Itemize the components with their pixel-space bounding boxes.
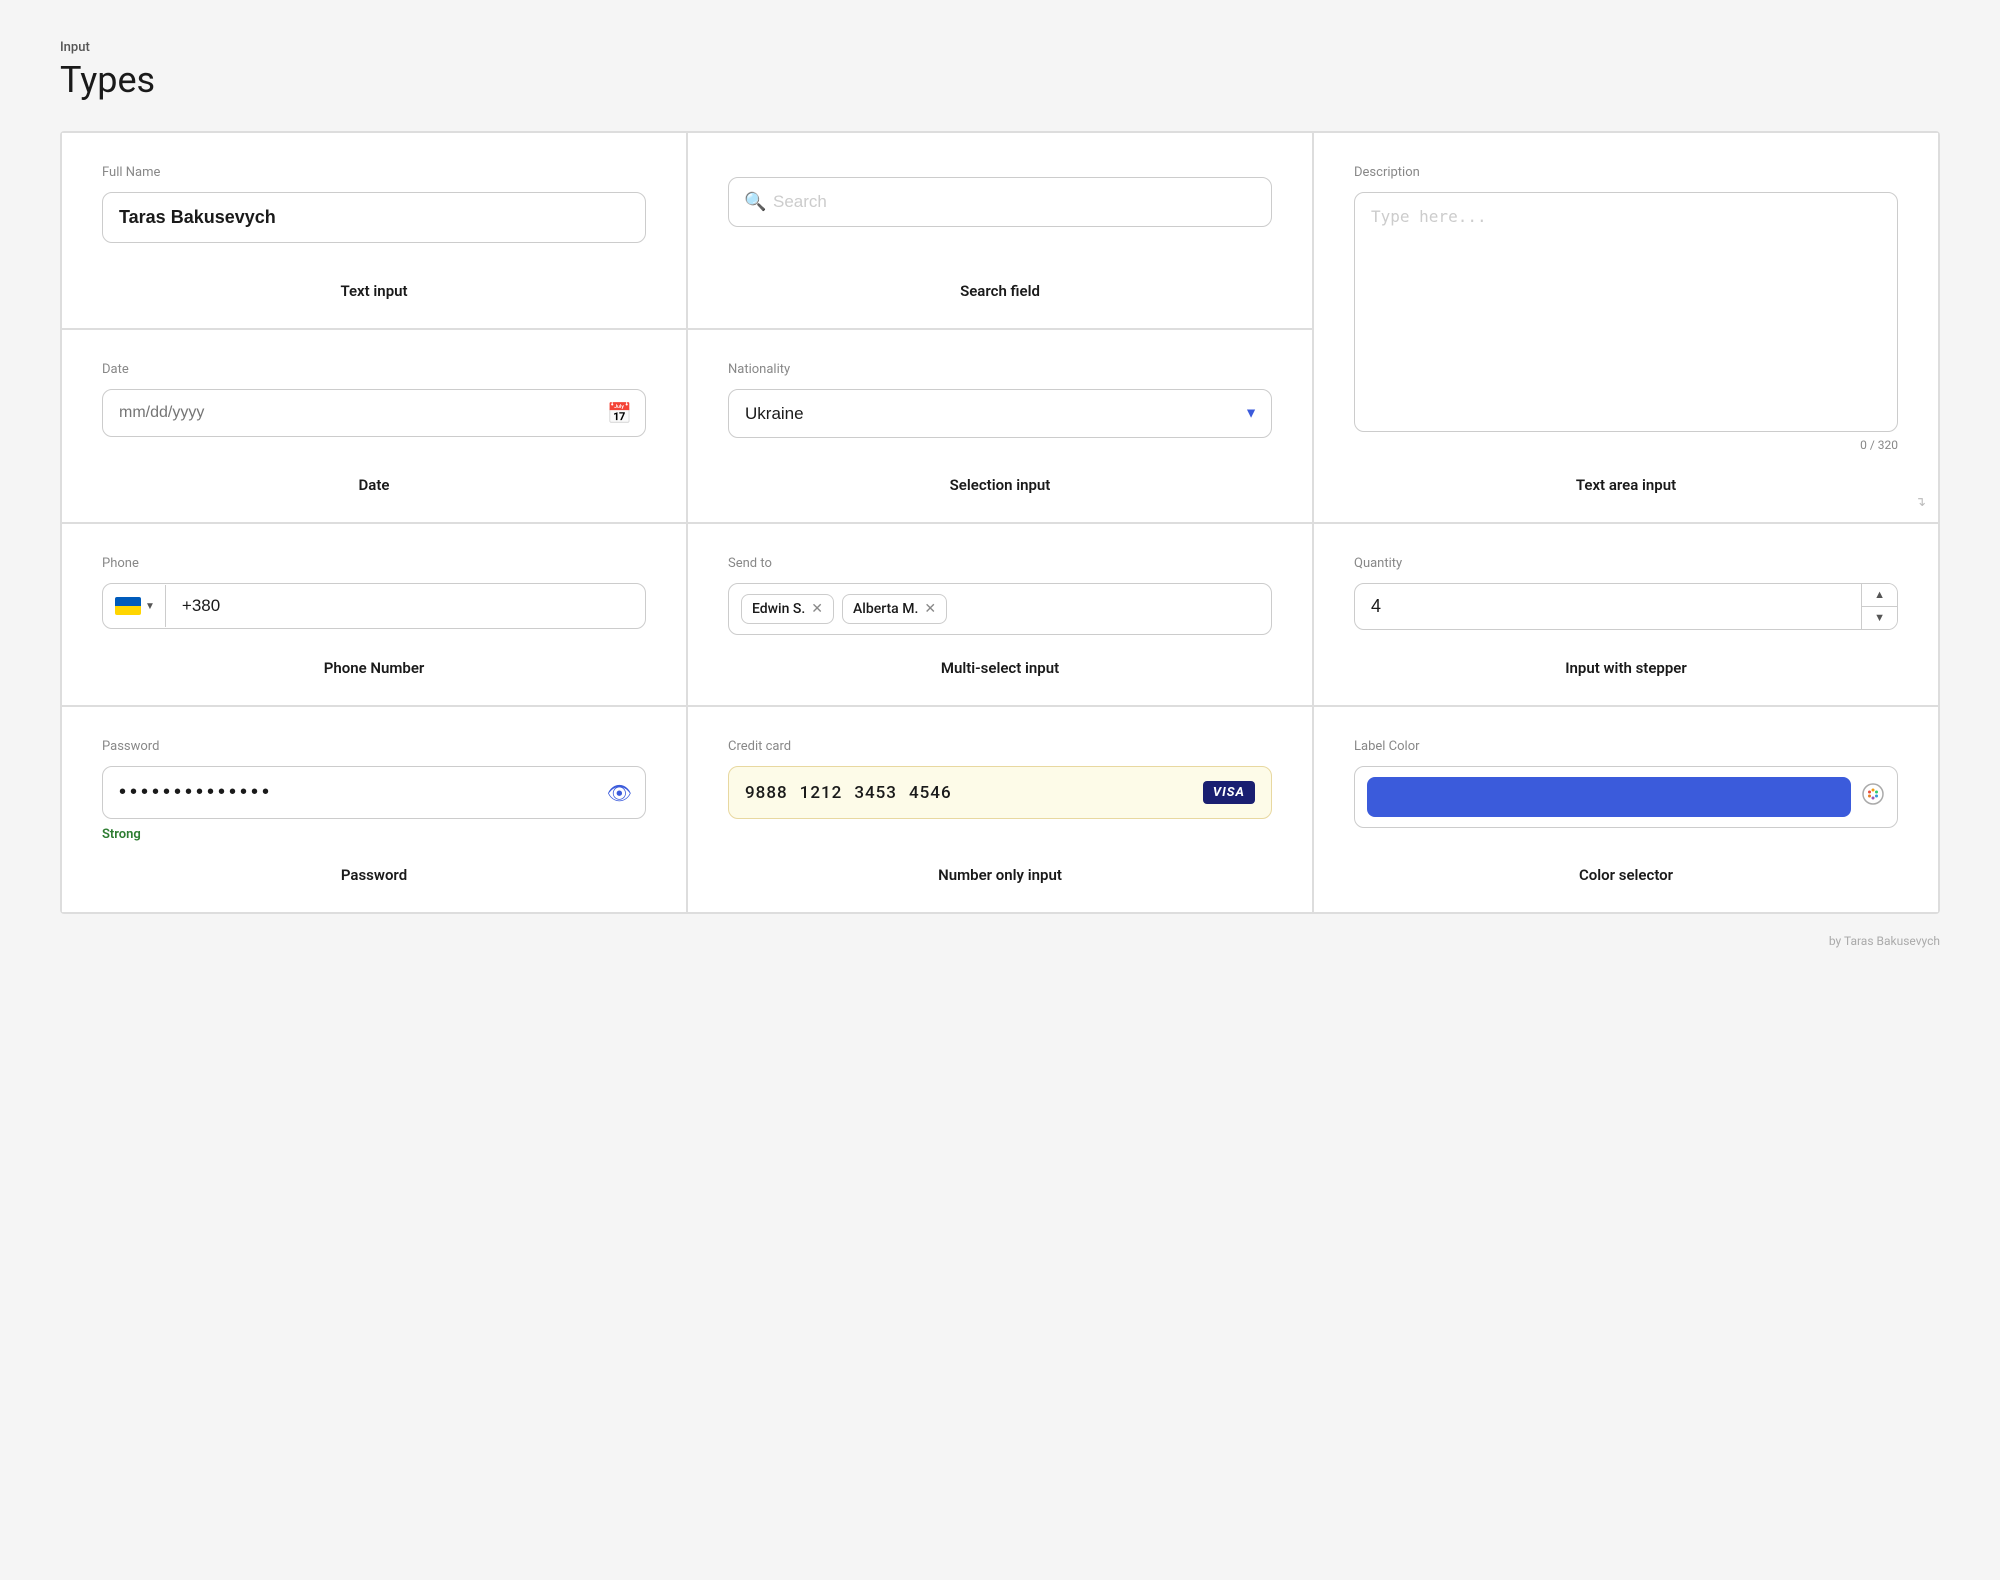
multi-select-cell: Send to Edwin S. ✕ Alberta M. ✕ Multi-se… bbox=[687, 523, 1313, 706]
section-label: Input bbox=[60, 40, 1940, 55]
tag-remove-alberta[interactable]: ✕ bbox=[924, 601, 936, 617]
password-caption: Password bbox=[102, 842, 646, 884]
password-label: Password bbox=[102, 739, 159, 754]
search-icon: 🔍 bbox=[744, 192, 766, 213]
text-input-label: Full Name bbox=[102, 165, 160, 180]
calendar-icon[interactable]: 📅 bbox=[607, 401, 632, 425]
phone-label: Phone bbox=[102, 556, 139, 571]
stepper-down-button[interactable]: ▼ bbox=[1862, 607, 1897, 629]
card-group-3: 3453 bbox=[854, 783, 897, 803]
nationality-select[interactable]: Ukraine USA UK Germany France bbox=[728, 389, 1272, 438]
search-field-cell: 🔍 Search field bbox=[687, 132, 1313, 329]
tag-chip-alberta: Alberta M. ✕ bbox=[842, 594, 947, 624]
search-input[interactable] bbox=[728, 177, 1272, 227]
page-title: Types bbox=[60, 59, 1940, 101]
quantity-label: Quantity bbox=[1354, 556, 1402, 571]
text-input-caption: Text input bbox=[102, 258, 646, 300]
input-types-grid: Full Name Text input 🔍 Search field Desc… bbox=[60, 131, 1940, 914]
chevron-down-icon: ▼ bbox=[145, 601, 155, 612]
search-caption: Search field bbox=[728, 258, 1272, 300]
color-selector-wrapper bbox=[1354, 766, 1898, 828]
nationality-label: Nationality bbox=[728, 362, 790, 377]
ukraine-flag-icon bbox=[115, 597, 141, 615]
date-label: Date bbox=[102, 362, 129, 377]
color-label: Label Color bbox=[1354, 739, 1420, 754]
footer: by Taras Bakusevych bbox=[60, 934, 1940, 948]
description-label: Description bbox=[1354, 165, 1420, 180]
tag-label: Alberta M. bbox=[853, 601, 918, 617]
text-input-cell: Full Name Text input bbox=[61, 132, 687, 329]
password-cell: Password 👁 Strong Password bbox=[61, 706, 687, 913]
credit-card-field[interactable]: 9888 1212 3453 4546 VISA bbox=[728, 766, 1272, 819]
select-wrapper: Ukraine USA UK Germany France ▼ bbox=[728, 389, 1272, 438]
stepper-cell: Quantity ▲ ▼ Input with stepper bbox=[1313, 523, 1939, 706]
phone-number-input[interactable] bbox=[166, 584, 645, 628]
stepper-caption: Input with stepper bbox=[1354, 635, 1898, 677]
card-group-4: 4546 bbox=[909, 783, 952, 803]
phone-cell: Phone ▼ Phone Number bbox=[61, 523, 687, 706]
tag-remove-edwin[interactable]: ✕ bbox=[811, 601, 823, 617]
description-textarea[interactable] bbox=[1354, 192, 1898, 432]
eye-icon[interactable]: 👁 bbox=[607, 781, 632, 805]
card-group-1: 9888 bbox=[745, 783, 788, 803]
tag-label: Edwin S. bbox=[752, 601, 805, 617]
date-input[interactable] bbox=[102, 389, 646, 437]
phone-caption: Phone Number bbox=[102, 635, 646, 677]
credit-card-caption: Number only input bbox=[728, 842, 1272, 884]
phone-flag-section[interactable]: ▼ bbox=[103, 585, 166, 627]
card-group-2: 1212 bbox=[800, 783, 843, 803]
color-selector-caption: Color selector bbox=[1354, 842, 1898, 884]
multi-select-field[interactable]: Edwin S. ✕ Alberta M. ✕ bbox=[728, 583, 1272, 635]
tag-chip-edwin: Edwin S. ✕ bbox=[741, 594, 834, 624]
footer-text: by Taras Bakusevych bbox=[1829, 934, 1940, 948]
nationality-cell: Nationality Ukraine USA UK Germany Franc… bbox=[687, 329, 1313, 524]
stepper-buttons: ▲ ▼ bbox=[1861, 584, 1897, 629]
date-input-wrapper: 📅 bbox=[102, 389, 646, 437]
date-cell: Date 📅 Date bbox=[61, 329, 687, 524]
multi-select-caption: Multi-select input bbox=[728, 635, 1272, 677]
credit-card-cell: Credit card 9888 1212 3453 4546 VISA Num… bbox=[687, 706, 1313, 913]
visa-badge: VISA bbox=[1203, 781, 1255, 804]
quantity-input[interactable] bbox=[1355, 584, 1861, 629]
send-to-label: Send to bbox=[728, 556, 772, 571]
char-count: 0 / 320 bbox=[1860, 438, 1898, 452]
card-numbers: 9888 1212 3453 4546 bbox=[745, 783, 952, 803]
description-caption: Text area input bbox=[1354, 452, 1898, 494]
stepper-wrapper: ▲ ▼ bbox=[1354, 583, 1898, 630]
date-caption: Date bbox=[102, 452, 646, 494]
credit-card-label: Credit card bbox=[728, 739, 791, 754]
resize-handle: ↴ bbox=[1915, 495, 1926, 510]
description-cell: Description ↴ 0 / 320 Text area input bbox=[1313, 132, 1939, 523]
password-strength: Strong bbox=[102, 827, 141, 842]
page-header: Input Types bbox=[60, 40, 1940, 101]
password-input[interactable] bbox=[102, 766, 646, 819]
nationality-caption: Selection input bbox=[728, 452, 1272, 494]
color-selector-cell: Label Color Color selector bbox=[1313, 706, 1939, 913]
palette-icon[interactable] bbox=[1861, 782, 1885, 812]
password-wrapper: 👁 bbox=[102, 766, 646, 819]
stepper-up-button[interactable]: ▲ bbox=[1862, 584, 1897, 607]
phone-field-wrapper: ▼ bbox=[102, 583, 646, 629]
color-swatch[interactable] bbox=[1367, 777, 1851, 817]
search-wrapper: 🔍 bbox=[728, 177, 1272, 227]
text-input[interactable] bbox=[102, 192, 646, 243]
